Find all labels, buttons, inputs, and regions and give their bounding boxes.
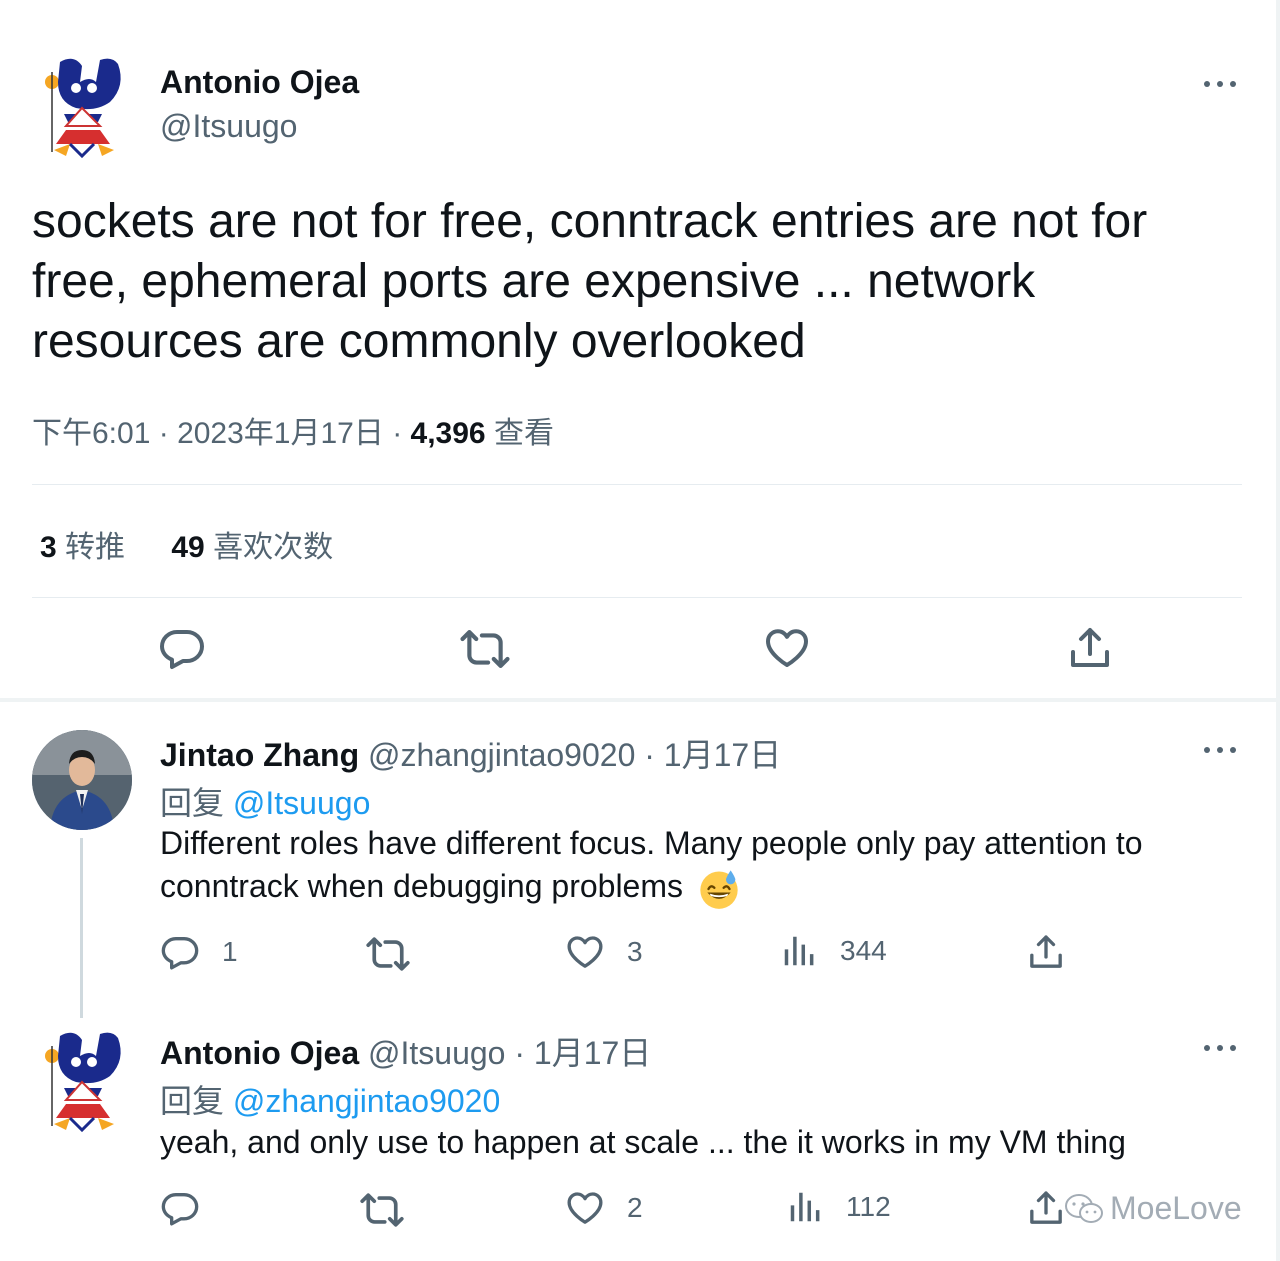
meta-separator: ·	[383, 417, 411, 450]
view-count: 344	[840, 935, 887, 966]
retweets-label: 转推	[56, 531, 126, 564]
tweet-stats: 3 转推 49 喜欢次数	[40, 522, 371, 566]
watermark: MoeLove	[1064, 1190, 1242, 1227]
reply-avatar[interactable]	[32, 730, 132, 830]
views-icon	[780, 932, 818, 970]
tweet-date[interactable]: 2023年1月17日	[177, 417, 384, 450]
more-icon[interactable]	[1200, 740, 1240, 760]
reply-icon	[160, 1188, 200, 1228]
view-count: 112	[846, 1191, 891, 1222]
mention-link[interactable]: @Itsuugo	[233, 785, 370, 821]
reply-icon	[158, 624, 206, 672]
retweet-icon	[366, 932, 410, 976]
likes-count: 49	[171, 531, 205, 564]
replying-to: 回复 @zhangjintao9020	[160, 1076, 500, 1122]
mention-link[interactable]: @zhangjintao9020	[233, 1083, 500, 1119]
reply-actions: 1 3 344	[0, 928, 1280, 988]
reply-prefix: 回复	[160, 785, 233, 821]
author-name[interactable]: Antonio Ojea	[160, 64, 359, 101]
reply-icon	[160, 932, 200, 972]
author-handle[interactable]: @Itsuugo	[160, 108, 297, 145]
tweet-actions	[0, 620, 1280, 680]
reply-text-block: Different roles have different focus. Ma…	[160, 822, 1240, 910]
retweet-icon	[460, 624, 510, 674]
likes-label: 喜欢次数	[204, 531, 334, 564]
likes-stat[interactable]: 49 喜欢次数	[171, 531, 333, 564]
retweets-count: 3	[40, 531, 57, 564]
like-icon	[565, 932, 605, 972]
share-icon	[1066, 624, 1114, 672]
tweet-time[interactable]: 下午6:01	[32, 417, 150, 450]
reply-button[interactable]	[160, 1188, 222, 1228]
retweet-button[interactable]	[366, 932, 432, 976]
reply-count: 1	[222, 936, 238, 967]
reply-header: Antonio Ojea @Itsuugo · 1月17日	[160, 1028, 651, 1074]
wechat-icon	[1065, 1193, 1103, 1223]
views-icon	[786, 1188, 824, 1226]
reply-button[interactable]	[158, 624, 206, 672]
reply-avatar[interactable]	[40, 1026, 136, 1136]
reply-date[interactable]: · 1月17日	[644, 737, 781, 773]
like-count: 3	[627, 936, 643, 967]
views-button[interactable]: 112	[786, 1188, 891, 1226]
main-tweet: Antonio Ojea @Itsuugo sockets are not fo…	[0, 0, 1280, 700]
meta-separator: ·	[150, 417, 178, 450]
divider	[32, 597, 1242, 598]
reply-text: Different roles have different focus. Ma…	[160, 825, 1143, 904]
grinning-sweat-emoji	[700, 869, 738, 909]
watermark-text: MoeLove	[1110, 1190, 1242, 1226]
reply-prefix: 回复	[160, 1083, 233, 1119]
like-icon	[763, 624, 811, 672]
share-button[interactable]	[1026, 932, 1066, 972]
like-button[interactable]	[763, 624, 811, 672]
reply-text: yeah, and only use to happen at scale ..…	[160, 1124, 1126, 1160]
reply-button[interactable]: 1	[160, 932, 238, 972]
share-button[interactable]	[1066, 624, 1114, 672]
share-icon	[1026, 1188, 1066, 1228]
section-divider	[0, 698, 1280, 702]
person-photo-icon	[32, 730, 132, 830]
reply-header: Jintao Zhang @zhangjintao9020 · 1月17日	[160, 730, 781, 776]
retweet-button[interactable]	[360, 1188, 426, 1232]
like-count: 2	[627, 1192, 643, 1223]
author-avatar[interactable]	[40, 52, 136, 162]
views-count: 4,396	[410, 417, 486, 450]
reply-author-handle[interactable]: @zhangjintao9020	[368, 737, 635, 773]
divider	[32, 484, 1242, 485]
reply-date[interactable]: · 1月17日	[514, 1035, 651, 1071]
views-label: 查看	[485, 417, 554, 450]
like-button[interactable]: 2	[565, 1188, 643, 1228]
page-edge	[1276, 0, 1280, 1261]
tweet-text: sockets are not for free, conntrack entr…	[32, 195, 1148, 368]
share-button[interactable]	[1026, 1188, 1066, 1228]
retweet-icon	[360, 1188, 404, 1232]
reply-author-handle[interactable]: @Itsuugo	[368, 1035, 505, 1071]
reply-author-name[interactable]: Jintao Zhang	[160, 737, 359, 773]
like-button[interactable]: 3	[565, 932, 643, 972]
tweet-meta: 下午6:01 · 2023年1月17日 · 4,396 查看	[32, 408, 554, 452]
retweet-button[interactable]	[460, 624, 510, 674]
replying-to: 回复 @Itsuugo	[160, 778, 370, 824]
retweets-stat[interactable]: 3 转推	[40, 531, 125, 564]
like-icon	[565, 1188, 605, 1228]
views-button[interactable]: 344	[780, 932, 887, 970]
more-icon[interactable]	[1200, 1038, 1240, 1058]
share-icon	[1026, 932, 1066, 972]
reply-author-name[interactable]: Antonio Ojea	[160, 1035, 359, 1071]
more-icon[interactable]	[1200, 74, 1240, 94]
